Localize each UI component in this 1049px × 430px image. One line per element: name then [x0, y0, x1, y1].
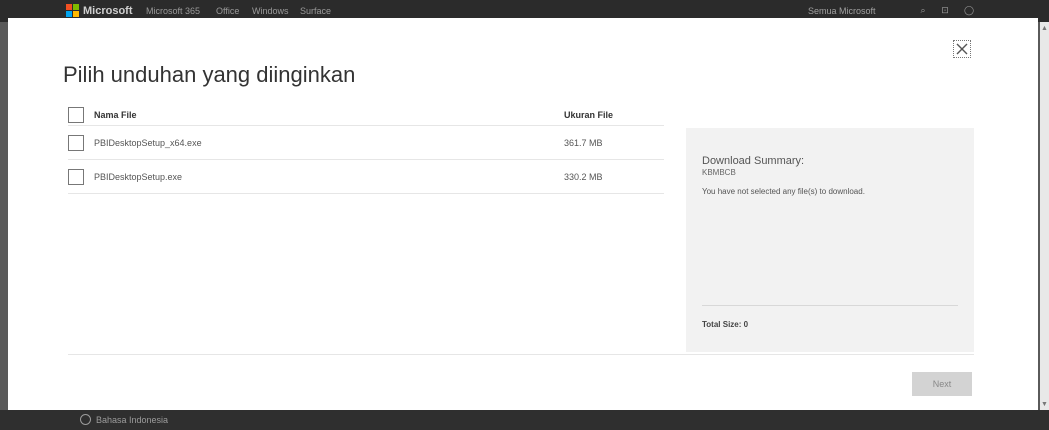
page-scrollbar[interactable]: ▲ ▼	[1040, 22, 1049, 410]
file-size: 330.2 MB	[564, 171, 603, 182]
file-name: PBIDesktopSetup_x64.exe	[94, 137, 202, 148]
search-icon[interactable]: ⌕	[918, 5, 928, 15]
nav-item-office[interactable]: Office	[216, 6, 239, 16]
summary-code: KBMBCB	[702, 168, 736, 177]
site-footer: Bahasa Indonesia	[0, 410, 1049, 430]
table-header: Nama File Ukuran File	[68, 104, 664, 126]
brand-name: Microsoft	[83, 4, 133, 17]
nav-item-windows[interactable]: Windows	[252, 6, 289, 16]
summary-divider	[702, 305, 958, 306]
scroll-up-icon[interactable]: ▲	[1041, 25, 1048, 32]
total-size: Total Size: 0	[702, 320, 749, 329]
close-button[interactable]	[953, 40, 971, 58]
scroll-down-icon[interactable]: ▼	[1041, 401, 1048, 408]
nav-item-surface[interactable]: Surface	[300, 6, 331, 16]
dialog-title: Pilih unduhan yang diinginkan	[63, 62, 356, 87]
select-all-checkbox[interactable]	[68, 106, 84, 123]
nav-item-microsoft-365[interactable]: Microsoft 365	[146, 6, 200, 16]
dialog-divider	[68, 354, 974, 355]
file-checkbox-x86[interactable]	[68, 168, 84, 185]
column-header-name: Nama File	[94, 109, 137, 120]
file-checkbox-x64[interactable]	[68, 134, 84, 151]
language-label: Bahasa Indonesia	[96, 414, 169, 425]
summary-message: You have not selected any file(s) to dow…	[702, 187, 865, 196]
download-dialog: Pilih unduhan yang diinginkan Nama File …	[8, 18, 1038, 410]
microsoft-logo[interactable]: Microsoft	[66, 4, 133, 17]
file-size: 361.7 MB	[564, 137, 603, 148]
all-microsoft-link[interactable]: Semua Microsoft	[808, 6, 876, 16]
table-row: PBIDesktopSetup.exe 330.2 MB	[68, 160, 664, 194]
file-table: Nama File Ukuran File PBIDesktopSetup_x6…	[68, 104, 664, 194]
table-row: PBIDesktopSetup_x64.exe 361.7 MB	[68, 126, 664, 160]
microsoft-logo-icon	[66, 4, 79, 17]
next-button[interactable]: Next	[912, 372, 972, 396]
account-icon[interactable]: ◯	[964, 5, 974, 15]
file-name: PBIDesktopSetup.exe	[94, 171, 183, 182]
download-summary-panel: Download Summary: KBMBCB You have not se…	[686, 128, 974, 352]
globe-icon	[80, 414, 91, 425]
column-header-size: Ukuran File	[564, 109, 614, 120]
summary-title: Download Summary:	[702, 155, 805, 167]
close-icon	[956, 43, 968, 55]
cart-icon[interactable]: ⊡	[940, 5, 950, 15]
language-selector[interactable]: Bahasa Indonesia	[80, 414, 168, 425]
